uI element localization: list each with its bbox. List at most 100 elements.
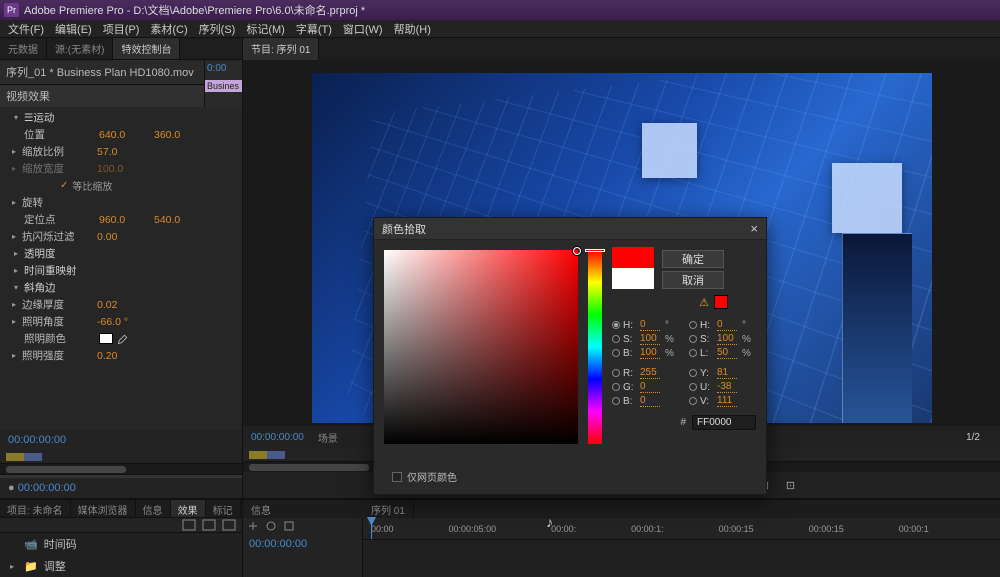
flicker-value[interactable]: 0.00 <box>97 231 152 243</box>
h2-value[interactable]: 0 <box>717 319 737 331</box>
radio-v[interactable] <box>689 397 697 405</box>
hue-indicator[interactable] <box>585 249 605 252</box>
color-preview <box>612 247 654 289</box>
h-value[interactable]: 0 <box>640 319 660 331</box>
l-value[interactable]: 50 <box>717 347 737 359</box>
saturation-field[interactable] <box>384 250 578 444</box>
s2-value[interactable]: 100 <box>717 333 737 345</box>
preset-icon-3[interactable] <box>222 519 236 531</box>
color-picker-dialog: 颜色拾取 × 确定 取消 ⚠ <box>373 217 767 495</box>
r-value[interactable]: 255 <box>640 367 660 379</box>
preset-adjust[interactable]: ▸📁 调整 <box>0 555 242 577</box>
btab-project[interactable]: 项目: 未命名 <box>0 500 71 517</box>
export-frame[interactable]: ⊡ <box>782 476 800 494</box>
timeline-tc[interactable]: 00:00:00:00 <box>243 534 362 554</box>
menu-title[interactable]: 字幕(T) <box>292 20 336 38</box>
tl-info-tab[interactable]: 信息 <box>243 500 279 519</box>
clip-badge: Busines <box>205 80 242 92</box>
btab-markers[interactable]: 标记 <box>206 500 241 517</box>
angle-label: 照明角度 <box>22 314 97 329</box>
saturation-handle[interactable] <box>573 247 581 255</box>
opacity-group[interactable]: ▸透明度 <box>0 245 242 262</box>
zoom-fraction[interactable]: 1/2 <box>966 432 980 443</box>
scale-label: 缩放比例 <box>22 144 97 159</box>
radio-y[interactable] <box>689 369 697 377</box>
lightcolor-swatch[interactable] <box>99 333 113 344</box>
dialog-title: 颜色拾取 <box>382 221 426 237</box>
video-effects-header: 视频效果 <box>0 85 204 107</box>
sequence-name: 序列_01 * Business Plan HD1080.mov <box>0 60 204 85</box>
close-icon[interactable]: × <box>750 221 758 236</box>
menu-marker[interactable]: 标记(M) <box>242 20 289 38</box>
playhead-icon[interactable] <box>371 518 372 539</box>
tl-marker-icon[interactable] <box>265 520 277 532</box>
y-value[interactable]: 81 <box>717 367 737 379</box>
angle-value[interactable]: -66.0 ° <box>97 316 152 328</box>
edge-value[interactable]: 0.02 <box>97 299 152 311</box>
radio-l[interactable] <box>689 349 697 357</box>
preset-timecode[interactable]: 📹 时间码 <box>0 533 242 555</box>
uniform-check[interactable]: ✓ <box>60 180 68 191</box>
effect-timecode2[interactable]: 00:00:00:00 <box>18 482 76 494</box>
eyedropper-icon[interactable] <box>117 333 129 345</box>
effect-ruler[interactable] <box>0 450 242 464</box>
menu-edit[interactable]: 编辑(E) <box>51 20 96 38</box>
btab-effects[interactable]: 效果 <box>171 500 206 517</box>
v-value[interactable]: 111 <box>717 395 737 407</box>
ok-button[interactable]: 确定 <box>662 250 724 268</box>
menu-sequence[interactable]: 序列(S) <box>195 20 240 38</box>
tab-program[interactable]: 节目: 序列 01 <box>243 38 319 60</box>
preset-icon[interactable] <box>182 519 196 531</box>
tab-metadata[interactable]: 元数据 <box>0 38 47 59</box>
warning-icon: ⚠ <box>699 296 709 309</box>
radio-b[interactable] <box>612 349 620 357</box>
anchor-x[interactable]: 960.0 <box>99 214 154 226</box>
monitor-tc[interactable]: 00:00:00:00 <box>251 432 304 443</box>
btab-media[interactable]: 媒体浏览器 <box>71 500 136 517</box>
anchor-y[interactable]: 540.0 <box>154 214 209 226</box>
timeline-ruler[interactable]: 00:00 00:00:05:00 ♪00:00: 00:00:1: 00:00… <box>363 518 1000 540</box>
position-x[interactable]: 640.0 <box>99 129 154 141</box>
b-value[interactable]: 100 <box>640 347 660 359</box>
scalew-value[interactable]: 100.0 <box>97 163 152 175</box>
radio-bv[interactable] <box>612 397 620 405</box>
timeremap-group[interactable]: ▸时间重映射 <box>0 262 242 279</box>
edge-label: 边缘厚度 <box>22 297 97 312</box>
g-value[interactable]: 0 <box>640 381 660 393</box>
tab-effect-controls[interactable]: 特效控制台 <box>113 38 180 59</box>
intensity-value[interactable]: 0.20 <box>97 350 152 362</box>
motion-group[interactable]: ▾☰ 运动 <box>0 109 242 126</box>
bv-value[interactable]: 0 <box>640 395 660 407</box>
preset-icon-2[interactable] <box>202 519 216 531</box>
menu-file[interactable]: 文件(F) <box>4 20 48 38</box>
web-only-checkbox[interactable] <box>392 472 402 482</box>
radio-u[interactable] <box>689 383 697 391</box>
tl-snap-icon[interactable] <box>247 520 259 532</box>
scale-value[interactable]: 57.0 <box>97 146 152 158</box>
bevel-group[interactable]: ▾斜角边 <box>0 279 242 296</box>
menu-project[interactable]: 项目(P) <box>99 20 144 38</box>
menu-clip[interactable]: 素材(C) <box>146 20 191 38</box>
btab-info[interactable]: 信息 <box>136 500 171 517</box>
u-value[interactable]: -38 <box>717 381 737 393</box>
menu-window[interactable]: 窗口(W) <box>339 20 387 38</box>
cancel-button[interactable]: 取消 <box>662 271 724 289</box>
radio-h[interactable] <box>612 321 620 329</box>
hex-input[interactable] <box>692 415 756 430</box>
radio-s2[interactable] <box>689 335 697 343</box>
menu-help[interactable]: 帮助(H) <box>390 20 435 38</box>
app-icon: Pr <box>4 3 19 17</box>
hue-slider[interactable] <box>588 250 602 444</box>
tl-seq-tab[interactable]: 序列 01 <box>363 500 414 519</box>
tab-source[interactable]: 源:(无素材) <box>47 38 113 59</box>
gamut-swatch[interactable] <box>714 295 728 309</box>
radio-h2[interactable] <box>689 321 697 329</box>
radio-s[interactable] <box>612 335 620 343</box>
s-value[interactable]: 100 <box>640 333 660 345</box>
effect-timecode[interactable]: 00:00:00:00 <box>8 434 66 446</box>
effect-hscroll[interactable] <box>0 464 242 474</box>
position-y[interactable]: 360.0 <box>154 129 209 141</box>
radio-g[interactable] <box>612 383 620 391</box>
tl-link-icon[interactable] <box>283 520 295 532</box>
radio-r[interactable] <box>612 369 620 377</box>
